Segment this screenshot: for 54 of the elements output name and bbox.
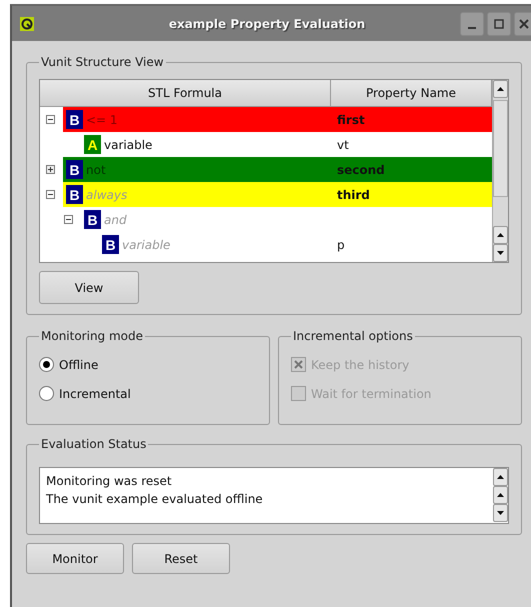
expander-icon[interactable] xyxy=(46,165,55,174)
scroll-up-icon[interactable] xyxy=(497,233,504,237)
app-icon xyxy=(20,16,34,30)
view-button[interactable]: View xyxy=(39,271,139,304)
property-name: first xyxy=(337,112,365,126)
option-label: Keep the history xyxy=(311,358,410,372)
close-button[interactable] xyxy=(514,12,531,36)
group-title: Vunit Structure View xyxy=(40,55,165,69)
log-line: Monitoring was reset xyxy=(46,474,173,488)
type-badge: B xyxy=(84,210,101,229)
formula-text: variable xyxy=(122,238,170,252)
formula-text: <= 1 xyxy=(86,112,118,126)
group-title: Evaluation Status xyxy=(40,437,148,451)
scroll-up-icon[interactable] xyxy=(497,87,504,91)
column-header[interactable]: Property Name xyxy=(331,80,492,107)
type-badge: B xyxy=(66,185,83,204)
type-badge: B xyxy=(102,235,119,254)
maximize-icon xyxy=(494,18,504,28)
radio-button[interactable] xyxy=(39,357,54,372)
option-label: Incremental xyxy=(59,386,131,400)
property-name: vt xyxy=(337,138,349,152)
scroll-down-icon[interactable] xyxy=(497,251,504,255)
group-title: Monitoring mode xyxy=(40,329,144,343)
scroll-up-icon[interactable] xyxy=(497,493,504,497)
property-name: third xyxy=(337,188,370,202)
action-button[interactable]: Reset xyxy=(132,543,230,574)
maximize-button[interactable] xyxy=(487,12,511,36)
scrollbar[interactable] xyxy=(493,468,508,523)
expander-icon[interactable] xyxy=(46,115,55,124)
expander-icon[interactable] xyxy=(64,215,73,224)
close-icon xyxy=(518,18,528,28)
property-name: second xyxy=(337,162,385,176)
log-line: The vunit example evaluated offline xyxy=(46,492,264,506)
formula-text: not xyxy=(86,162,106,176)
radio-button[interactable] xyxy=(39,386,54,401)
minimize-icon xyxy=(468,26,476,28)
scroll-down-icon[interactable] xyxy=(497,511,504,515)
formula-text: variable xyxy=(104,138,152,152)
property-name: p xyxy=(337,238,345,252)
expander-icon[interactable] xyxy=(46,190,55,199)
scrollbar[interactable] xyxy=(492,80,508,262)
option-label: Wait for termination xyxy=(311,386,432,400)
formula-text: and xyxy=(104,212,127,226)
option-label: Offline xyxy=(59,358,98,372)
type-badge: B xyxy=(66,110,83,129)
type-badge: B xyxy=(66,160,83,179)
formula-text: always xyxy=(86,188,128,202)
type-badge: A xyxy=(84,135,101,154)
window-title: example Property Evaluation xyxy=(168,16,366,30)
action-button[interactable]: Monitor xyxy=(26,543,124,574)
minimize-button[interactable] xyxy=(460,12,484,36)
column-header[interactable]: STL Formula xyxy=(40,80,331,107)
group-title: Incremental options xyxy=(292,329,414,343)
scroll-up-icon[interactable] xyxy=(497,475,504,479)
